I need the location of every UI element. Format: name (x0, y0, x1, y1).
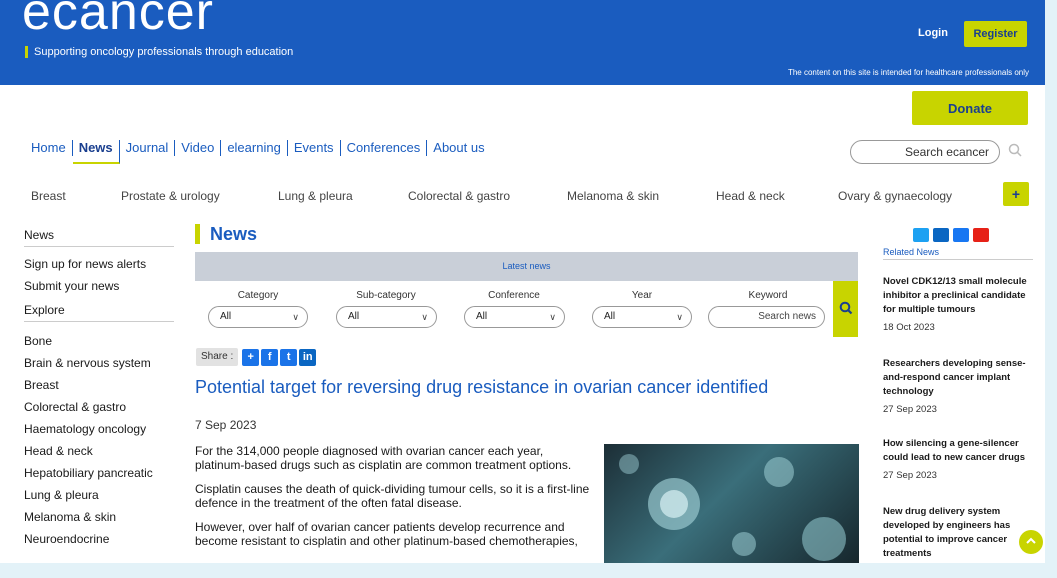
main-nav: Home News Journal Video elearning Events… (31, 140, 491, 164)
filter-label-category: Category (237, 290, 279, 301)
category-head-neck[interactable]: Head & neck (716, 189, 838, 203)
category-lung-pleura[interactable]: Lung & pleura (278, 189, 408, 203)
linkedin-icon[interactable]: in (299, 348, 317, 366)
nav-about-us[interactable]: About us (427, 140, 490, 156)
article-paragraph: Cisplatin causes the death of quick-divi… (195, 482, 590, 510)
login-link[interactable]: Login (918, 27, 948, 39)
related-item[interactable]: Researchers developing sense-and-respond… (883, 357, 1033, 417)
share-plus-icon[interactable]: + (242, 348, 260, 366)
related-item-date: 27 Sep 2023 (883, 470, 937, 481)
sidebar-explore-heading: Explore (24, 299, 174, 322)
filter-label-subcategory: Sub-category (356, 290, 416, 301)
search-icon[interactable] (1008, 143, 1022, 157)
nav-elearning[interactable]: elearning (221, 140, 288, 156)
share-label: Share : (196, 348, 239, 366)
sidebar-link-submit-news[interactable]: Submit your news (24, 275, 174, 297)
sidebar-topic[interactable]: Brain & nervous system (24, 352, 174, 374)
sidebar-topic[interactable]: Colorectal & gastro (24, 396, 174, 418)
related-item-date: 18 Oct 2023 (883, 322, 935, 333)
article-paragraph: However, over half of ovarian cancer pat… (195, 520, 578, 548)
sidebar-topic[interactable]: Lung & pleura (24, 484, 174, 506)
sidebar-topic[interactable]: Hepatobiliary pancreatic (24, 462, 174, 484)
category-ovary-gynaecology[interactable]: Ovary & gynaecology (838, 189, 952, 203)
facebook-icon[interactable]: f (261, 348, 279, 366)
article-image (604, 444, 859, 563)
news-filters: Category All ∨ Sub-category All ∨ Conferen… (195, 281, 858, 337)
donate-button[interactable]: Donate (912, 91, 1028, 125)
sidebar-topic[interactable]: Breast (24, 374, 174, 396)
site-search-input[interactable]: Search ecancer (850, 140, 1000, 164)
sidebar-topic[interactable]: Melanoma & skin (24, 506, 174, 528)
category-select[interactable]: All ∨ (208, 306, 308, 328)
article-title: Potential target for reversing drug resi… (195, 377, 769, 397)
professional-notice: The content on this site is intended for… (787, 68, 1029, 77)
related-item-title[interactable]: New drug delivery system developed by en… (883, 505, 1033, 561)
twitter-icon[interactable]: t (280, 348, 298, 366)
sidebar-topic[interactable]: Neuroendocrine (24, 528, 174, 550)
filter-label-keyword: Keyword (748, 290, 788, 301)
nav-journal[interactable]: Journal (120, 140, 176, 156)
linkedin-icon[interactable] (933, 228, 949, 242)
filter-label-conference: Conference (488, 290, 540, 301)
page-frame: ecancer Supporting oncology professional… (0, 0, 1045, 563)
sidebar-topic[interactable]: Bone (24, 330, 174, 352)
scroll-to-top-button[interactable] (1019, 530, 1043, 554)
twitter-icon[interactable] (913, 228, 929, 242)
related-news-heading: Related News (883, 247, 1033, 260)
article-paragraph: For the 314,000 people diagnosed with ov… (195, 444, 572, 472)
category-breast[interactable]: Breast (31, 189, 121, 203)
conference-select[interactable]: All ∨ (464, 306, 565, 328)
sidebar-topic[interactable]: Haematology oncology (24, 418, 174, 440)
year-select[interactable]: All ∨ (592, 306, 692, 328)
logo-text: ecancer (22, 0, 214, 41)
category-prostate-urology[interactable]: Prostate & urology (121, 189, 278, 203)
keyword-input[interactable]: Search news (708, 306, 825, 328)
share-bar: Share : + f t in (196, 348, 318, 366)
more-categories-button[interactable]: + (1003, 182, 1029, 206)
chevron-down-icon: ∨ (292, 312, 299, 322)
article-body: For the 314,000 people diagnosed with ov… (195, 444, 590, 558)
article-date: 7 Sep 2023 (195, 418, 257, 432)
tagline: Supporting oncology professionals throug… (25, 46, 293, 58)
facebook-icon[interactable] (953, 228, 969, 242)
left-sidebar: News Sign up for news alerts Submit your… (24, 224, 174, 550)
sidebar-heading-news[interactable]: News (24, 224, 174, 247)
filter-label-year: Year (631, 290, 653, 301)
category-colorectal-gastro[interactable]: Colorectal & gastro (408, 189, 567, 203)
sidebar-topic[interactable]: Head & neck (24, 440, 174, 462)
related-item[interactable]: How silencing a gene-silencer could lead… (883, 437, 1033, 483)
related-item[interactable]: Novel CDK12/13 small molecule inhibitor … (883, 275, 1033, 335)
register-button[interactable]: Register (964, 21, 1027, 47)
related-item-title[interactable]: Novel CDK12/13 small molecule inhibitor … (883, 275, 1033, 317)
related-item[interactable]: New drug delivery system developed by en… (883, 505, 1033, 561)
related-item-date: 27 Sep 2023 (883, 404, 937, 415)
sidebar-link-news-alerts[interactable]: Sign up for news alerts (24, 253, 174, 275)
subcategory-select[interactable]: All ∨ (336, 306, 437, 328)
nav-news[interactable]: News (72, 140, 120, 164)
search-icon (839, 301, 852, 314)
related-item-title[interactable]: Researchers developing sense-and-respond… (883, 357, 1033, 399)
category-melanoma-skin[interactable]: Melanoma & skin (567, 189, 716, 203)
nav-conferences[interactable]: Conferences (341, 140, 428, 156)
chevron-down-icon: ∨ (549, 312, 556, 322)
chevron-down-icon: ∨ (676, 312, 683, 322)
latest-news-bar: Latest news (195, 252, 858, 281)
site-header: ecancer Supporting oncology professional… (0, 0, 1045, 85)
nav-home[interactable]: Home (31, 140, 73, 156)
ecancer-logo[interactable]: ecancer (22, 0, 214, 38)
chevron-up-icon (1026, 537, 1036, 544)
youtube-icon[interactable] (973, 228, 989, 242)
social-links (913, 228, 989, 242)
news-search-button[interactable] (833, 281, 858, 337)
page-title: News (195, 224, 257, 244)
related-item-title[interactable]: How silencing a gene-silencer could lead… (883, 437, 1033, 465)
nav-events[interactable]: Events (288, 140, 341, 156)
chevron-down-icon: ∨ (421, 312, 428, 322)
category-bar: Breast Prostate & urology Lung & pleura … (31, 189, 952, 203)
nav-video[interactable]: Video (175, 140, 222, 156)
